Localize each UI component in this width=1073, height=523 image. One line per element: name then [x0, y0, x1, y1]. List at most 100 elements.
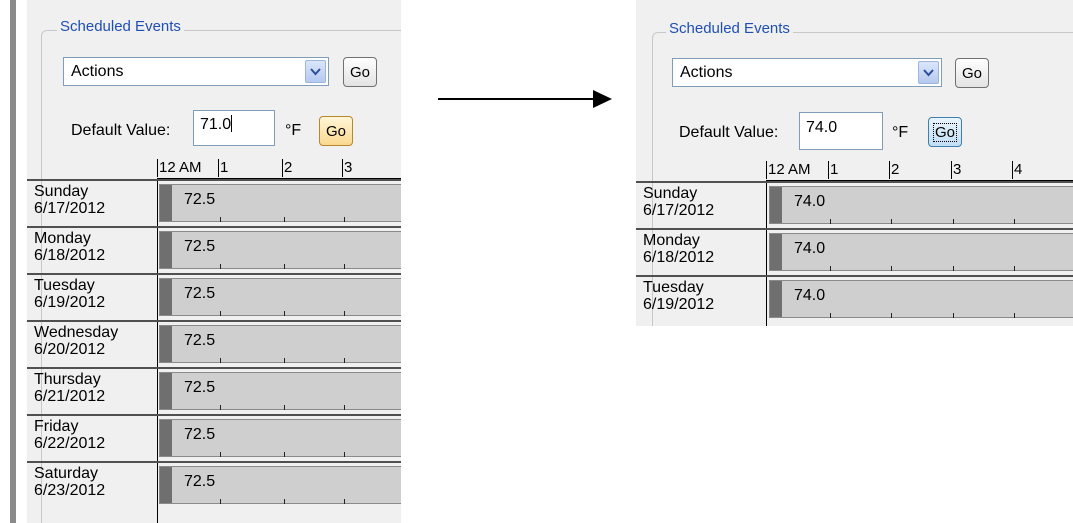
schedule-event-bar[interactable]: 72.5: [159, 419, 401, 457]
day-date: 6/22/2012: [34, 435, 106, 452]
bar-ticks: [770, 219, 1073, 224]
hour-tick: 2: [282, 159, 293, 177]
event-value: 72.5: [184, 426, 216, 443]
schedule-event-bar[interactable]: 72.5: [159, 372, 401, 410]
event-value: 72.5: [184, 191, 216, 208]
chevron-down-icon[interactable]: [305, 60, 326, 83]
hour-timeline: 12 AM 1 2 3: [157, 159, 401, 179]
go-default-label: Go: [325, 122, 346, 140]
schedule-row: Thursday 6/21/2012 72.5: [27, 367, 401, 414]
go-default-label: Go: [932, 122, 958, 142]
schedule-row: Monday 6/18/2012 74.0: [636, 228, 1073, 275]
go-actions-button[interactable]: Go: [955, 58, 989, 88]
hour-tick: 1: [218, 159, 229, 177]
hour-timeline: 12 AM 1 2 3 4: [766, 161, 1073, 181]
drag-handle[interactable]: [160, 279, 172, 315]
drag-handle[interactable]: [160, 232, 172, 268]
actions-select-value: Actions: [680, 64, 733, 81]
actions-select[interactable]: Actions: [672, 58, 942, 87]
day-name: Friday: [34, 418, 79, 435]
day-label: Tuesday 6/19/2012: [34, 277, 105, 311]
bar-ticks: [160, 499, 401, 504]
schedule-event-bar[interactable]: 72.5: [159, 325, 401, 363]
scheduled-events-panel-before: Scheduled Events Actions Go Default Valu…: [27, 0, 401, 523]
row-border: [636, 275, 1073, 277]
day-date: 6/23/2012: [34, 482, 106, 499]
event-value: 74.0: [794, 240, 826, 257]
drag-handle[interactable]: [160, 373, 172, 409]
schedule-row: Saturday 6/23/2012 72.5: [27, 461, 401, 508]
row-border: [27, 226, 401, 228]
bar-ticks: [160, 452, 401, 457]
go-actions-label: Go: [961, 64, 982, 82]
day-name: Monday: [643, 232, 700, 249]
drag-handle[interactable]: [160, 420, 172, 456]
day-date: 6/17/2012: [643, 202, 715, 219]
hour-tick: 3: [342, 159, 353, 177]
drag-handle[interactable]: [160, 185, 172, 221]
schedule-row: Friday 6/22/2012 72.5: [27, 414, 401, 461]
day-label: Sunday 6/17/2012: [643, 185, 714, 219]
chevron-down-icon[interactable]: [918, 61, 939, 84]
day-date: 6/19/2012: [643, 296, 715, 313]
day-label: Thursday 6/21/2012: [34, 371, 105, 405]
schedule-event-bar[interactable]: 74.0: [769, 233, 1073, 271]
day-label: Tuesday 6/19/2012: [643, 279, 714, 313]
unit-label: °F: [892, 124, 909, 141]
default-value-label: Default Value:: [679, 124, 779, 141]
schedule-event-bar[interactable]: 74.0: [769, 186, 1073, 224]
bar-ticks: [160, 264, 401, 269]
day-name: Wednesday: [34, 324, 119, 341]
drag-handle[interactable]: [770, 234, 782, 270]
go-default-value-button[interactable]: Go: [928, 117, 962, 147]
default-value-input-text: 71.0: [200, 116, 232, 133]
scheduled-events-panel-after: Scheduled Events Actions Go Default Valu…: [636, 0, 1073, 326]
go-default-value-button[interactable]: Go: [319, 116, 353, 146]
hour-tick: 1: [828, 161, 839, 179]
right-arrow-icon: [438, 90, 612, 108]
actions-select[interactable]: Actions: [63, 57, 329, 86]
day-label: Monday 6/18/2012: [643, 232, 714, 266]
day-date: 6/18/2012: [34, 247, 106, 264]
bar-ticks: [770, 313, 1073, 318]
day-date: 6/19/2012: [34, 294, 106, 311]
default-value-label: Default Value:: [71, 122, 171, 139]
schedule-row: Tuesday 6/19/2012 72.5: [27, 273, 401, 320]
day-name: Monday: [34, 230, 91, 247]
drag-handle[interactable]: [770, 281, 782, 317]
hour-tick: 4: [1012, 161, 1023, 179]
schedule-row: Tuesday 6/19/2012 74.0: [636, 275, 1073, 322]
schedule-event-bar[interactable]: 72.5: [159, 231, 401, 269]
event-value: 72.5: [184, 238, 216, 255]
day-label: Wednesday 6/20/2012: [34, 324, 118, 358]
event-value: 72.5: [184, 379, 216, 396]
schedule-event-bar[interactable]: 72.5: [159, 184, 401, 222]
default-value-input[interactable]: 74.0: [799, 112, 883, 150]
bar-ticks: [160, 311, 401, 316]
schedule-event-bar[interactable]: 74.0: [769, 280, 1073, 318]
drag-handle[interactable]: [160, 326, 172, 362]
day-label: Sunday 6/17/2012: [34, 183, 105, 217]
event-value: 74.0: [794, 193, 826, 210]
hour-tick: 12 AM: [157, 159, 202, 177]
row-border: [27, 367, 401, 369]
drag-handle[interactable]: [160, 467, 172, 503]
row-border: [27, 320, 401, 322]
bar-ticks: [160, 405, 401, 410]
schedule-event-bar[interactable]: 72.5: [159, 278, 401, 316]
unit-label: °F: [285, 122, 302, 139]
day-date: 6/18/2012: [643, 249, 715, 266]
day-date: 6/20/2012: [34, 341, 106, 358]
schedule-event-bar[interactable]: 72.5: [159, 466, 401, 504]
bar-ticks: [770, 266, 1073, 271]
go-actions-button[interactable]: Go: [343, 57, 377, 87]
default-value-input[interactable]: 71.0: [193, 110, 275, 146]
schedule-row: Monday 6/18/2012 72.5: [27, 226, 401, 273]
row-border: [27, 414, 401, 416]
day-label: Saturday 6/23/2012: [34, 465, 105, 499]
drag-handle[interactable]: [770, 187, 782, 223]
row-border: [27, 461, 401, 463]
event-value: 72.5: [184, 473, 216, 490]
event-value: 72.5: [184, 332, 216, 349]
hour-tick: 3: [951, 161, 962, 179]
